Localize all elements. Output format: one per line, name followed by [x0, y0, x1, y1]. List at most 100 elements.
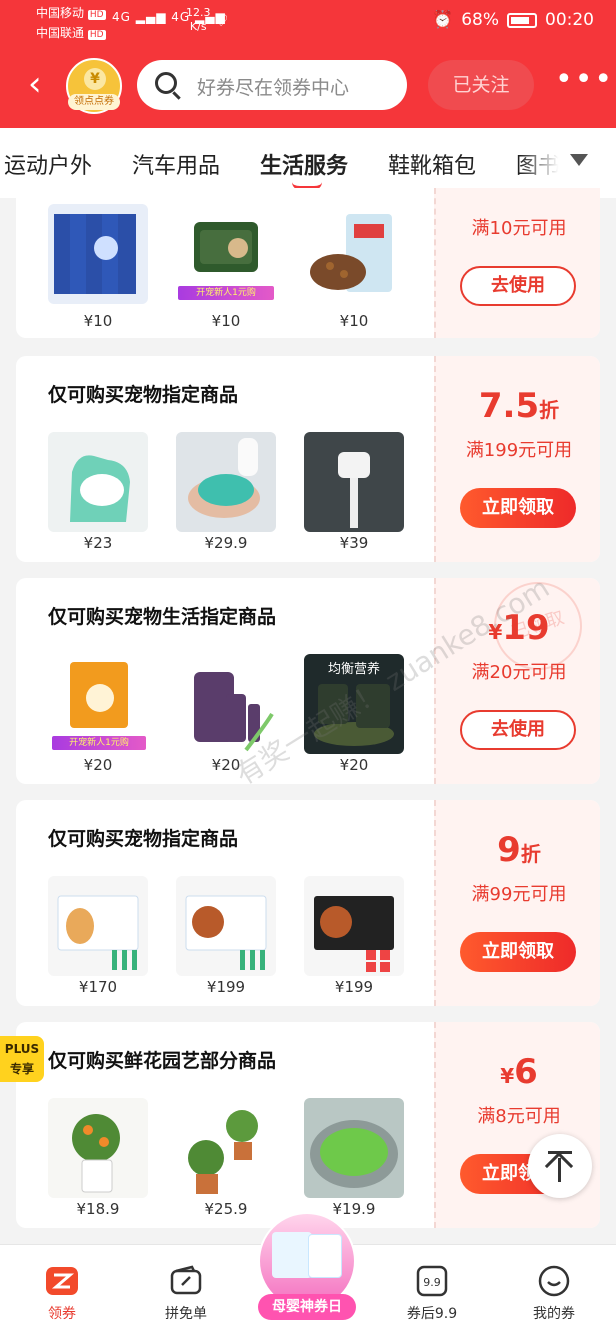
nav-label: 我的券 [533, 1306, 575, 1322]
mom-baby-promo[interactable]: 母婴神券日 [258, 1212, 356, 1322]
plus-badge-line2: 专享 [9, 1062, 34, 1076]
product-image[interactable] [48, 1098, 148, 1198]
coupon-card: 仅可购买宠物指定商品 ¥23 ¥29.9 ¥39 7.5折 满199元可用 立即… [16, 356, 600, 562]
tab-sports-outdoor[interactable]: 运动户外 [4, 148, 92, 180]
battery-icon [507, 12, 537, 28]
claim-coupon-button[interactable]: 立即领取 [460, 932, 576, 972]
health-icon: ♡ [214, 11, 229, 30]
coupon-title: 仅可购买宠物指定商品 [48, 828, 239, 850]
product-image[interactable] [176, 1098, 276, 1198]
arrow-up-stem [558, 1158, 561, 1182]
avatar-tag: 领点点券 [68, 94, 120, 110]
search-bar[interactable]: 好券尽在领券中心 [137, 60, 407, 110]
product-image[interactable]: 开宠新人1元购 [48, 654, 148, 754]
product-image[interactable]: 开宠新人1元购 [176, 204, 276, 304]
carrier-1: 中国移动 [36, 6, 85, 20]
product-image[interactable] [48, 432, 148, 532]
product-image[interactable] [176, 432, 276, 532]
product-price: ¥10 [83, 312, 113, 330]
new-user-badge: 开宠新人1元购 [178, 286, 274, 300]
product-pack-image [272, 1232, 312, 1278]
product-price: ¥170 [78, 978, 118, 996]
status-right: ⏰ 68% 00:20 [432, 10, 594, 30]
chevron-down-icon[interactable] [570, 154, 588, 166]
shop-avatar[interactable]: ¥ 领点点券 [66, 58, 122, 114]
hd-badge: HD [87, 30, 106, 40]
net-speed-unit: K/s [189, 20, 207, 33]
coupon-amount: ¥6 [436, 1052, 600, 1092]
alarm-icon: ⏰ [432, 10, 454, 30]
coupon-condition: 满10元可用 [471, 218, 567, 239]
smile-icon [536, 1263, 572, 1299]
search-icon [155, 72, 177, 94]
product-price: ¥18.9 [76, 1200, 120, 1218]
search-placeholder: 好券尽在领券中心 [197, 77, 350, 99]
amount-unit: 折 [539, 398, 560, 422]
more-icon[interactable]: ••• [555, 62, 614, 97]
battery-percent: 68% [461, 10, 499, 30]
clock: 00:20 [545, 10, 594, 30]
coupon-value-panel: 7.5折 满199元可用 立即领取 [434, 356, 600, 562]
header: 中国移动 HD 中国联通 HD 4G ▂▄▆ 4G ▂▄▆ 12.3 K/s ♡… [0, 0, 616, 128]
claim-coupon-button[interactable]: 立即领取 [460, 488, 576, 528]
coupon-amount: 7.5折 [436, 386, 600, 426]
coupon-condition: 满199元可用 [465, 440, 573, 461]
nav-label: 领券 [48, 1306, 76, 1322]
amount-number: 6 [514, 1052, 538, 1092]
coupon-title: 仅可购买宠物指定商品 [48, 384, 239, 406]
product-image[interactable] [304, 1098, 404, 1198]
product-price: ¥10 [211, 312, 241, 330]
amount-unit: 折 [520, 842, 541, 866]
nav-after-coupon-99[interactable]: 9.9 券后9.9 [382, 1263, 482, 1323]
hd-badge: HD [87, 10, 106, 20]
product-can-image [308, 1234, 342, 1278]
use-coupon-button[interactable]: 去使用 [460, 710, 576, 750]
coupon-condition: 满99元可用 [471, 884, 567, 905]
nav-group-free[interactable]: 拼免单 [136, 1263, 236, 1323]
new-user-badge: 开宠新人1元购 [52, 736, 146, 750]
tab-shoes-bags[interactable]: 鞋靴箱包 [388, 148, 476, 180]
coin-icon: ¥ [84, 68, 106, 90]
wallet-icon [168, 1263, 204, 1299]
product-image[interactable] [304, 204, 404, 304]
coupon-icon [44, 1263, 80, 1299]
coupon-title: 仅可购买宠物生活指定商品 [48, 606, 277, 628]
net-speed: 12.3 K/s [186, 6, 211, 34]
carrier-2: 中国联通 [36, 26, 85, 40]
follow-button[interactable]: 已关注 [428, 60, 534, 110]
nav-label: 券后9.9 [406, 1306, 458, 1322]
nav-coupons[interactable]: 领券 [12, 1263, 112, 1323]
back-to-top-button[interactable] [528, 1134, 592, 1198]
product-image[interactable] [48, 876, 148, 976]
product-price: ¥39 [339, 534, 369, 552]
use-coupon-button[interactable]: 去使用 [460, 266, 576, 306]
plus-badge-line1: PLUS [4, 1042, 40, 1056]
nine-nine-icon: 9.9 [414, 1263, 450, 1299]
coupon-value-panel: 9折 满99元可用 立即领取 [434, 800, 600, 1006]
coupon-card: ¥10 开宠新人1元购 ¥10 ¥10 满10元可用 去使用 [16, 188, 600, 338]
product-image[interactable] [304, 432, 404, 532]
promo-label: 母婴神券日 [258, 1294, 356, 1320]
coupon-card: 仅可购买宠物指定商品 ¥170 ¥199 ¥199 9折 满99元可用 立即领取 [16, 800, 600, 1006]
back-arrow-icon[interactable]: ‹ [28, 64, 52, 104]
product-price: ¥20 [339, 756, 369, 774]
product-image[interactable] [48, 204, 148, 304]
product-price: ¥20 [83, 756, 113, 774]
product-price: ¥29.9 [204, 534, 248, 552]
network-type-1: 4G [112, 10, 131, 24]
net-speed-value: 12.3 [186, 6, 211, 19]
nav-my-coupons[interactable]: 我的券 [504, 1263, 604, 1323]
product-price: ¥10 [339, 312, 369, 330]
product-image[interactable] [304, 876, 404, 976]
product-price: ¥23 [83, 534, 113, 552]
coupon-value-panel: ¥6 满8元可用 立即领取 [434, 1022, 600, 1228]
carrier-info: 中国移动 HD 中国联通 HD [36, 4, 106, 44]
product-price: ¥199 [206, 978, 246, 996]
product-price: ¥199 [334, 978, 374, 996]
tab-auto-supplies[interactable]: 汽车用品 [132, 148, 220, 180]
amount-currency: ¥ [500, 1064, 515, 1088]
coupon-title: 仅可购买鲜花园艺部分商品 [48, 1050, 277, 1072]
svg-text:9.9: 9.9 [423, 1276, 441, 1289]
product-image[interactable] [176, 876, 276, 976]
tab-life-services[interactable]: 生活服务 [260, 148, 348, 180]
